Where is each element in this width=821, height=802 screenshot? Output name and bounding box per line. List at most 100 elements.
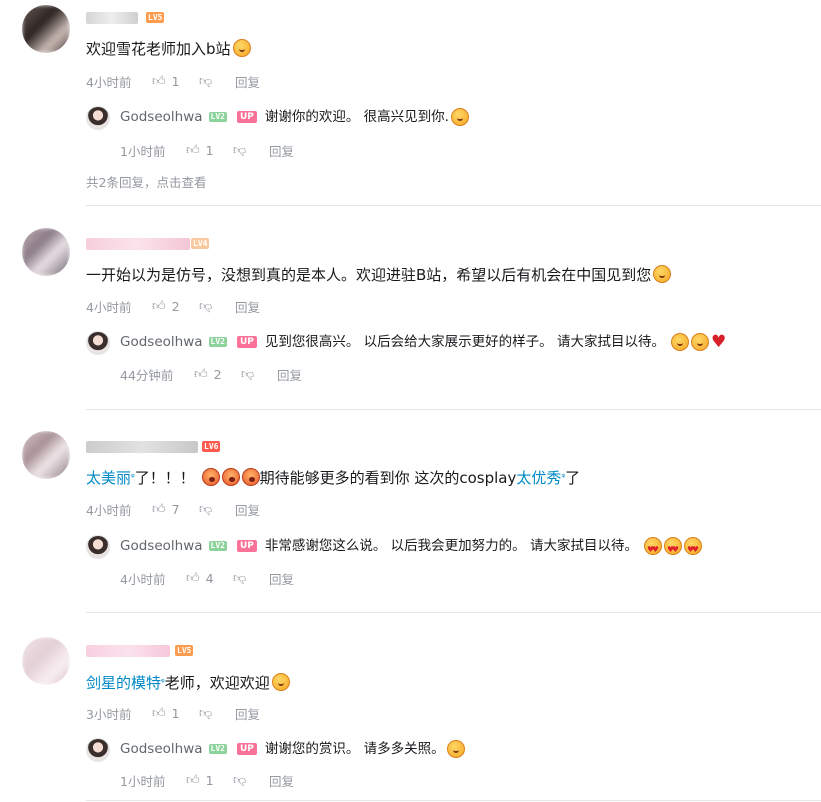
surprised-face-emoji [653, 265, 672, 283]
thumbs-up-icon: 👍︎ [152, 706, 166, 721]
like-count: 1 [205, 773, 214, 788]
avatar[interactable] [22, 431, 70, 479]
search-keyword-link[interactable]: 太美丽 [86, 469, 131, 487]
reply-line: Godseolhwa LV2 UP 谢谢你的欢迎。 很高兴见到你. [120, 107, 469, 127]
reply-button[interactable]: 回复 [235, 72, 260, 91]
crying-face-emoji [221, 468, 240, 486]
search-keyword-link[interactable]: 太优秀 [516, 469, 561, 487]
like-button[interactable]: 👍︎ 1 [152, 706, 199, 721]
user-level-badge: LV5 [175, 645, 194, 656]
surprised-face-emoji [232, 39, 251, 57]
reply-username[interactable]: Godseolhwa [120, 536, 203, 556]
reply-line: Godseolhwa LV2 UP 非常感谢您这么说。 以后我会更加努力的。 请… [120, 536, 702, 560]
reply-meta: 4小时前 👍︎ 4 👎︎ 回复 [120, 569, 294, 588]
smiling-face-emoji [670, 333, 689, 351]
search-keyword-link[interactable]: 剑星的模特 [86, 674, 161, 692]
smiling-face-emoji [690, 333, 709, 351]
divider [86, 409, 821, 410]
avatar[interactable] [86, 738, 110, 762]
user-level-badge: LV6 [202, 441, 221, 452]
surprised-face-emoji [271, 673, 290, 691]
reply-time: 1小时前 [120, 774, 166, 789]
comment-meta: 4小时前 👍︎ 2 👎︎ 回复 [86, 297, 260, 316]
thumbs-down-icon[interactable]: 👎︎ [199, 502, 235, 517]
up-badge: UP [236, 540, 257, 552]
reply-username[interactable]: Godseolhwa [120, 332, 203, 352]
username-blurred[interactable] [86, 238, 190, 250]
avatar[interactable] [86, 106, 110, 130]
avatar[interactable] [86, 535, 110, 559]
view-more-replies-link[interactable]: 共2条回复，点击查看 [86, 172, 206, 191]
like-button[interactable]: 👍︎ 1 [186, 143, 233, 158]
like-button[interactable]: 👍︎ 1 [152, 74, 199, 89]
crying-face-emoji [241, 468, 260, 486]
reply-button[interactable]: 回复 [235, 297, 260, 316]
thumbs-down-icon[interactable]: 👎︎ [233, 143, 269, 158]
comment-meta: 4小时前 👍︎ 7 👎︎ 回复 [86, 500, 260, 519]
reply-line: Godseolhwa LV2 UP 见到您很高兴。 以后会给大家展示更好的样子。… [120, 332, 726, 352]
user-level-badge: LV4 [191, 238, 210, 249]
comment-meta: 4小时前 👍︎ 1 👎︎ 回复 [86, 72, 260, 91]
thumbs-up-icon: 👍︎ [186, 143, 200, 158]
reply-username[interactable]: Godseolhwa [120, 739, 203, 759]
up-badge: UP [236, 336, 257, 348]
comment-meta: 3小时前 👍︎ 1 👎︎ 回复 [86, 704, 260, 723]
thumbs-up-icon: 👍︎ [186, 571, 200, 586]
thumbs-up-icon: 👍︎ [194, 367, 208, 382]
heart-eyes-face-emoji [663, 537, 682, 560]
thumbs-down-icon[interactable]: 👎︎ [199, 74, 235, 89]
divider [86, 205, 821, 206]
like-button[interactable]: 👍︎ 4 [186, 571, 233, 586]
thumbs-down-icon[interactable]: 👎︎ [199, 706, 235, 721]
comment-text: 剑星的模特ᵠ老师，欢迎欢迎 [86, 672, 290, 694]
like-count: 1 [171, 706, 180, 721]
comment-text: 太美丽ᵠ了！！！ 期待能够更多的看到你 这次的cosplay太优秀ᵠ了 [86, 468, 581, 487]
username-blurred[interactable] [86, 645, 170, 657]
like-button[interactable]: 👍︎ 7 [152, 502, 199, 517]
reply-button[interactable]: 回复 [269, 771, 294, 790]
reply-time: 1小时前 [120, 144, 166, 159]
like-count: 4 [205, 571, 214, 586]
thumbs-down-icon[interactable]: 👎︎ [199, 299, 235, 314]
like-count: 7 [171, 502, 180, 517]
username-blurred[interactable] [86, 441, 198, 453]
like-count: 1 [171, 74, 180, 89]
reply-text: 非常感谢您这么说。 以后我会更加努力的。 请大家拭目以待。 [264, 538, 638, 554]
thumbs-down-icon[interactable]: 👎︎ [241, 367, 277, 382]
reply-text: 见到您很高兴。 以后会给大家展示更好的样子。 请大家拭目以待。 [264, 334, 665, 350]
reply-line: Godseolhwa LV2 UP 谢谢您的赏识。 请多多关照。 [120, 739, 465, 759]
thumbs-down-icon[interactable]: 👎︎ [233, 773, 269, 788]
avatar[interactable] [22, 5, 70, 53]
comment-time: 4小时前 [86, 75, 132, 90]
reply-meta: 44分钟前 👍︎ 2 👎︎ 回复 [120, 365, 302, 384]
reply-button[interactable]: 回复 [269, 569, 294, 588]
red-heart-emoji: ♥ [710, 332, 727, 352]
user-level-badge: LV2 [208, 337, 227, 347]
smiling-face-emoji [450, 108, 469, 126]
heart-eyes-face-emoji [643, 537, 662, 560]
reply-button[interactable]: 回复 [235, 704, 260, 723]
reply-button[interactable]: 回复 [235, 500, 260, 519]
reply-button[interactable]: 回复 [277, 365, 302, 384]
username-blurred[interactable] [86, 12, 138, 24]
avatar[interactable] [22, 637, 70, 685]
like-button[interactable]: 👍︎ 2 [194, 367, 241, 382]
avatar[interactable] [86, 331, 110, 355]
reply-text: 谢谢你的欢迎。 很高兴见到你. [264, 109, 449, 125]
avatar[interactable] [22, 228, 70, 276]
reply-username[interactable]: Godseolhwa [120, 107, 203, 127]
thumbs-up-icon: 👍︎ [152, 74, 166, 89]
reply-button[interactable]: 回复 [269, 141, 294, 160]
up-badge: UP [236, 111, 257, 123]
reply-time: 4小时前 [120, 572, 166, 587]
like-count: 2 [213, 367, 222, 382]
user-level-badge: LV5 [146, 12, 165, 23]
crying-face-emoji [201, 468, 220, 486]
divider [86, 612, 821, 613]
like-button[interactable]: 👍︎ 2 [152, 299, 199, 314]
comment-time: 4小时前 [86, 300, 132, 315]
user-level-badge: LV2 [208, 541, 227, 551]
reply-meta: 1小时前 👍︎ 1 👎︎ 回复 [120, 771, 294, 790]
like-button[interactable]: 👍︎ 1 [186, 773, 233, 788]
thumbs-down-icon[interactable]: 👎︎ [233, 571, 269, 586]
